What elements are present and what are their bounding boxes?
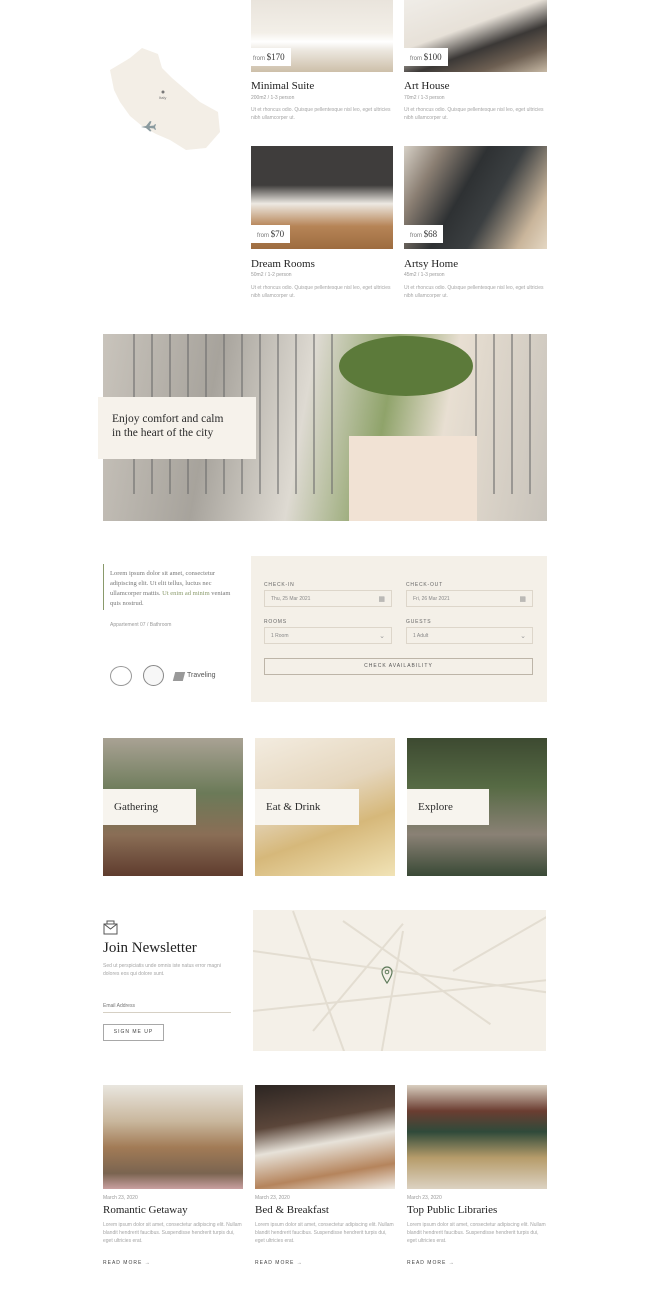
blog-date: March 23, 2020 [407, 1195, 442, 1201]
chevron-down-icon: ⌄ [379, 633, 385, 640]
room-card-image[interactable]: from $100 [404, 0, 547, 72]
calendar-icon: ▦ [519, 596, 526, 603]
booking-form: CHECK-IN Thu, 25 Mar 2021 ▦ CHECK-OUT Fr… [251, 556, 547, 702]
hero-caption-line2: in the heart of the city [112, 427, 214, 439]
map-marker-label: Italy [159, 95, 166, 100]
guests-label: GUESTS [406, 619, 432, 625]
newsletter-text: Sed ut perspiciatis unde omnis iste natu… [103, 963, 221, 977]
category-label[interactable]: Gathering [103, 789, 196, 825]
about-text: Lorem ipsum dolor sit amet, consectetur … [110, 569, 242, 609]
price-tag: from $70 [251, 225, 291, 243]
category-label[interactable]: Explore [407, 789, 489, 825]
checkin-value: Thu, 25 Mar 2021 [271, 596, 311, 602]
blog-card-image[interactable] [103, 1085, 243, 1189]
seal-badge-icon [143, 665, 164, 686]
blog-card-image[interactable] [255, 1085, 395, 1189]
calendar-icon: ▦ [378, 596, 385, 603]
blog-title[interactable]: Romantic Getaway [103, 1204, 188, 1216]
price-prefix: from [257, 233, 269, 239]
blog-date: March 23, 2020 [255, 1195, 290, 1201]
orange-tree [339, 336, 473, 396]
travel-badge-icon [172, 672, 186, 681]
arrow-right-icon: → [296, 1260, 303, 1266]
checkin-field[interactable]: Thu, 25 Mar 2021 ▦ [264, 590, 392, 607]
planter-box [349, 436, 477, 521]
price-tag: from $68 [404, 225, 444, 243]
map-pin-icon[interactable] [381, 966, 393, 984]
award-badge-icon [110, 666, 132, 686]
read-more-link[interactable]: READ MORE → [255, 1260, 303, 1266]
guests-select[interactable]: 1 Adult ⌄ [406, 627, 533, 644]
price-value: $70 [270, 229, 285, 239]
checkout-value: Fri, 26 Mar 2021 [413, 596, 450, 602]
about-quote-bar [103, 564, 104, 610]
check-availability-button[interactable]: CHECK AVAILABILITY [264, 658, 533, 675]
email-field[interactable] [103, 1000, 231, 1013]
price-value: $68 [423, 229, 438, 239]
sign-up-button[interactable]: SIGN ME UP [103, 1024, 164, 1041]
blog-date: March 23, 2020 [103, 1195, 138, 1201]
read-more-link[interactable]: READ MORE → [103, 1260, 151, 1266]
price-prefix: from [253, 56, 265, 62]
price-value: $100 [423, 52, 442, 62]
arrow-right-icon: → [144, 1260, 151, 1266]
blog-excerpt: Lorem ipsum dolor sit amet, consectetur … [103, 1222, 242, 1244]
guests-value: 1 Adult [413, 633, 429, 639]
price-prefix: from [410, 233, 422, 239]
read-more-link[interactable]: READ MORE → [407, 1260, 455, 1266]
hero-caption-line1: Enjoy comfort and calm [112, 413, 224, 425]
price-tag: from $170 [251, 48, 291, 66]
room-description: Ut et rhoncus odio. Quisque pellentesque… [404, 107, 544, 121]
rooms-select[interactable]: 1 Room ⌄ [264, 627, 392, 644]
room-title[interactable]: Artsy Home [404, 258, 458, 270]
price-tag: from $100 [404, 48, 448, 66]
room-description: Ut et rhoncus odio. Quisque pellentesque… [251, 107, 391, 121]
checkout-label: CHECK-OUT [406, 582, 443, 588]
room-meta: 70m2 / 1-3 person [404, 95, 445, 101]
about-address: Appartement 07 / Bathroom [110, 622, 172, 628]
rooms-value: 1 Room [271, 633, 289, 639]
checkout-field[interactable]: Fri, 26 Mar 2021 ▦ [406, 590, 533, 607]
hero-caption-card: Enjoy comfort and calm in the heart of t… [98, 397, 256, 459]
chevron-down-icon: ⌄ [520, 633, 526, 640]
region-map: Italy [110, 48, 220, 150]
location-map[interactable] [253, 910, 546, 1051]
room-title[interactable]: Minimal Suite [251, 80, 314, 92]
read-more-label: READ MORE [103, 1260, 143, 1266]
price-prefix: from [410, 56, 422, 62]
room-card-image[interactable]: from $170 [251, 0, 393, 72]
rooms-label: ROOMS [264, 619, 287, 625]
category-label[interactable]: Eat & Drink [255, 789, 359, 825]
blog-title[interactable]: Bed & Breakfast [255, 1204, 329, 1216]
room-description: Ut et rhoncus odio. Quisque pellentesque… [251, 285, 391, 299]
travel-badge-text: Traveling [187, 672, 216, 679]
blog-card-image[interactable] [407, 1085, 547, 1189]
room-card-image[interactable]: from $68 [404, 146, 547, 249]
room-title[interactable]: Dream Rooms [251, 258, 315, 270]
room-card-image[interactable]: from $70 [251, 146, 393, 249]
map-marker-dot [161, 90, 165, 94]
room-meta: 50m2 / 1-2 person [251, 272, 292, 278]
about-text-link[interactable]: Ut enim ad minim [162, 590, 209, 597]
checkin-label: CHECK-IN [264, 582, 295, 588]
blog-excerpt: Lorem ipsum dolor sit amet, consectetur … [255, 1222, 394, 1244]
envelope-icon [103, 920, 118, 935]
room-meta: 200m2 / 1-3 person [251, 95, 295, 101]
room-meta: 45m2 / 1-3 person [404, 272, 445, 278]
blog-excerpt: Lorem ipsum dolor sit amet, consectetur … [407, 1222, 546, 1244]
read-more-label: READ MORE [255, 1260, 295, 1266]
room-title[interactable]: Art House [404, 80, 450, 92]
read-more-label: READ MORE [407, 1260, 447, 1266]
arrow-right-icon: → [448, 1260, 455, 1266]
plane-icon [141, 121, 156, 132]
blog-title[interactable]: Top Public Libraries [407, 1204, 497, 1216]
travel-badge: Traveling [172, 670, 222, 684]
price-value: $170 [266, 52, 285, 62]
newsletter-title: Join Newsletter [103, 940, 197, 956]
room-description: Ut et rhoncus odio. Quisque pellentesque… [404, 285, 544, 299]
